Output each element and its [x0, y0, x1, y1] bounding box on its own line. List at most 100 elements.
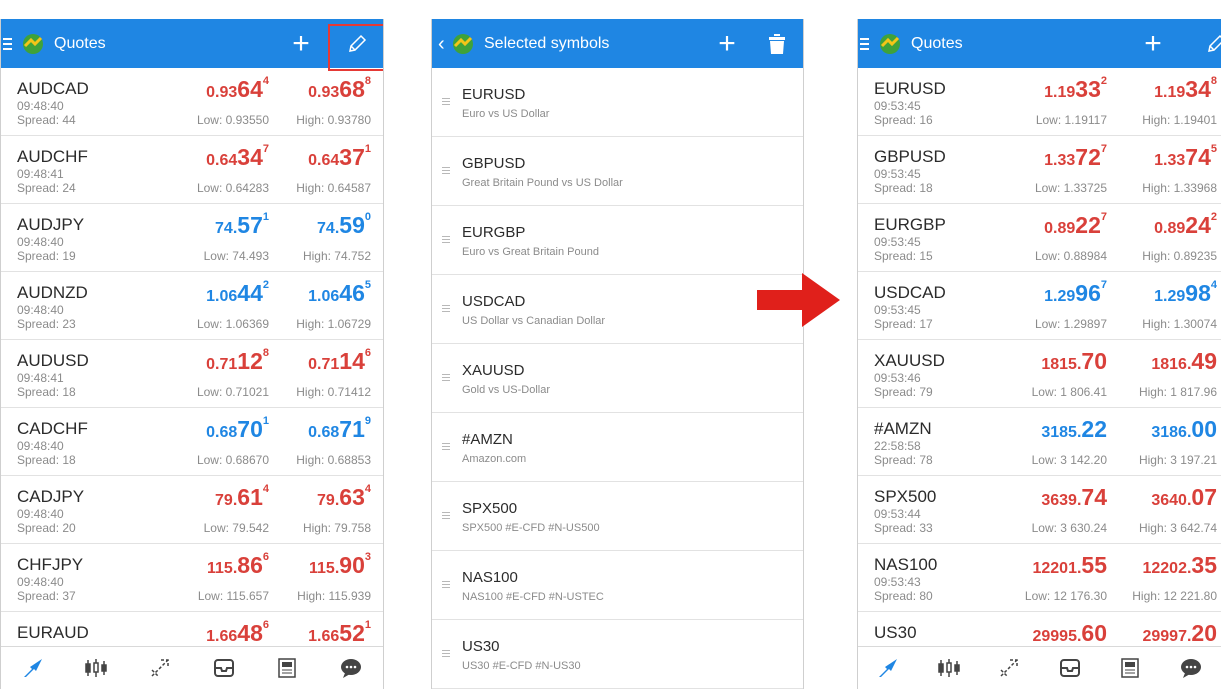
trade-nav-icon[interactable]: [145, 653, 175, 683]
ask-price-fraction: 2: [1210, 211, 1217, 223]
news-nav-icon[interactable]: [1115, 653, 1145, 683]
quote-row[interactable]: NAS100 09:53:43 Spread: 80 12201.55 12202.35…: [858, 544, 1221, 612]
symbol-row[interactable]: US30 US30 #E-CFD #N-US30: [432, 620, 803, 689]
chat-nav-icon[interactable]: [336, 653, 366, 683]
low-value: Low: 115.657: [197, 589, 269, 603]
trade-nav-icon[interactable]: [994, 653, 1024, 683]
add-symbol-button[interactable]: +: [281, 19, 321, 68]
high-value: High: 0.68853: [296, 453, 371, 467]
bid-price-pips: 86: [237, 552, 263, 578]
quote-row[interactable]: CADCHF 09:48:40 Spread: 18 0.68701 0.68719 Lo…: [1, 408, 383, 476]
quote-row[interactable]: EURGBP 09:53:45 Spread: 15 0.89227 0.89242 Lo…: [858, 204, 1221, 272]
ask-price-prefix: 1.33: [1154, 152, 1186, 169]
ask-price-pips: 20: [1191, 620, 1217, 646]
selected-symbols-panel: ‹ Selected symbols + EURUSD Euro vs US Do…: [431, 19, 804, 689]
quote-row[interactable]: AUDUSD 09:48:41 Spread: 18 0.71128 0.71146 Lo…: [1, 340, 383, 408]
symbol-row[interactable]: GBPUSD Great Britain Pound vs US Dollar: [432, 137, 803, 206]
chat-nav-icon[interactable]: [1176, 653, 1206, 683]
ask-price-prefix: 0.93: [308, 84, 340, 101]
symbol-row[interactable]: SPX500 SPX500 #E-CFD #N-US500: [432, 482, 803, 551]
drag-handle-icon[interactable]: [442, 98, 450, 105]
chart-nav-icon[interactable]: [81, 653, 111, 683]
drag-handle-icon[interactable]: [442, 443, 450, 450]
low-value: Low: 12 176.30: [1024, 589, 1107, 603]
low-value: Low: 1.06369: [196, 317, 269, 331]
quote-row[interactable]: XAUUSD 09:53:46 Spread: 79 1815.70 1816.49 Lo…: [858, 340, 1221, 408]
bid-price-fraction: 2: [1100, 75, 1107, 87]
quote-time: 09:53:46: [874, 371, 921, 385]
chart-nav-icon[interactable]: [934, 653, 964, 683]
symbol-row[interactable]: NAS100 NAS100 #E-CFD #N-USTEC: [432, 551, 803, 620]
drag-handle-icon[interactable]: [442, 581, 450, 588]
ask-price-prefix: 0.89: [1154, 220, 1186, 237]
symbol-description: Gold vs US-Dollar: [462, 384, 551, 396]
quote-row[interactable]: #AMZN 22:58:58 Spread: 78 3185.22 3186.00 Low…: [858, 408, 1221, 476]
bid-price-pips: 70: [237, 416, 263, 442]
symbol-name: AUDNZD: [17, 283, 88, 302]
drag-handle-icon[interactable]: [442, 305, 450, 312]
drag-handle-icon[interactable]: [442, 236, 450, 243]
low-value: Low: 0.88984: [1034, 249, 1107, 263]
bid-price-fraction: 4: [262, 75, 269, 87]
spread-value: Spread: 79: [874, 385, 933, 399]
delete-button[interactable]: [757, 19, 797, 68]
quote-row[interactable]: CADJPY 09:48:40 Spread: 20 79.614 79.634 Low:…: [1, 476, 383, 544]
bid-price-fraction: 7: [1100, 279, 1107, 291]
quote-row[interactable]: AUDCAD 09:48:40 Spread: 44 0.93644 0.93688 Lo…: [1, 68, 383, 136]
news-nav-icon[interactable]: [272, 653, 302, 683]
ask-price-fraction: 5: [1210, 143, 1217, 155]
bid-price: 12201.55: [1032, 552, 1107, 579]
bid-price-fraction: 7: [1100, 211, 1107, 223]
ask-price: 1816.49: [1151, 348, 1217, 375]
quotes-nav-icon[interactable]: [873, 653, 903, 683]
bid-price: 1.33727: [1044, 143, 1107, 171]
ask-price: 0.71146: [308, 347, 371, 375]
quote-row[interactable]: GBPUSD 09:53:45 Spread: 18 1.33727 1.33745 Lo…: [858, 136, 1221, 204]
bid-price-prefix: 1.19: [1044, 84, 1076, 101]
menu-icon[interactable]: [3, 37, 12, 50]
back-icon[interactable]: ‹: [438, 34, 448, 54]
symbol-row[interactable]: USDCAD US Dollar vs Canadian Dollar: [432, 275, 803, 344]
quotes-nav-icon[interactable]: [18, 653, 48, 683]
drag-handle-icon[interactable]: [442, 650, 450, 657]
quote-row[interactable]: AUDJPY 09:48:40 Spread: 19 74.571 74.590 Low:…: [1, 204, 383, 272]
bid-price: 0.68701: [206, 415, 269, 443]
drag-handle-icon[interactable]: [442, 512, 450, 519]
symbol-row[interactable]: EURGBP Euro vs Great Britain Pound: [432, 206, 803, 275]
quote-row[interactable]: SPX500 09:53:44 Spread: 33 3639.74 3640.07 Lo…: [858, 476, 1221, 544]
quote-row[interactable]: USDCAD 09:53:45 Spread: 17 1.29967 1.29984 Lo…: [858, 272, 1221, 340]
bid-price: 0.64347: [206, 143, 269, 171]
page-title: Selected symbols: [484, 34, 610, 52]
bid-price-prefix: 1.06: [206, 288, 238, 305]
ask-price-pips: 37: [339, 144, 365, 170]
add-symbol-button[interactable]: +: [1133, 19, 1173, 68]
quote-time: 09:53:45: [874, 235, 921, 249]
drag-handle-icon[interactable]: [442, 374, 450, 381]
menu-icon[interactable]: [860, 37, 869, 50]
symbol-row[interactable]: #AMZN Amazon.com: [432, 413, 803, 482]
quote-row[interactable]: CHFJPY 09:48:40 Spread: 37 115.866 115.903 Lo…: [1, 544, 383, 612]
ask-price-prefix: 12202.: [1142, 560, 1192, 577]
symbol-name: NAS100: [462, 569, 518, 586]
low-value: Low: 1.19117: [1035, 113, 1107, 127]
edit-button[interactable]: [1196, 19, 1221, 68]
bid-price-pips: 22: [1075, 212, 1101, 238]
symbol-name: #AMZN: [462, 431, 513, 448]
symbol-row[interactable]: XAUUSD Gold vs US-Dollar: [432, 344, 803, 413]
bid-price-prefix: 0.64: [206, 152, 238, 169]
drag-handle-icon[interactable]: [442, 167, 450, 174]
bid-price-fraction: 6: [262, 551, 269, 563]
high-value: High: 1.33968: [1142, 181, 1217, 195]
quote-time: 09:48:40: [17, 439, 64, 453]
quote-list: EURUSD 09:53:45 Spread: 16 1.19332 1.19348 Lo…: [858, 68, 1221, 680]
quote-row[interactable]: AUDCHF 09:48:41 Spread: 24 0.64347 0.64371 Lo…: [1, 136, 383, 204]
symbol-row[interactable]: EURUSD Euro vs US Dollar: [432, 68, 803, 137]
spread-value: Spread: 80: [874, 589, 933, 603]
add-symbol-button[interactable]: +: [707, 19, 747, 68]
quote-row[interactable]: EURUSD 09:53:45 Spread: 16 1.19332 1.19348 Lo…: [858, 68, 1221, 136]
history-nav-icon[interactable]: [1055, 653, 1085, 683]
history-nav-icon[interactable]: [209, 653, 239, 683]
quote-row[interactable]: AUDNZD 09:48:40 Spread: 23 1.06442 1.06465 Lo…: [1, 272, 383, 340]
ask-price-fraction: 1: [364, 619, 371, 631]
symbol-name: CADCHF: [17, 419, 88, 438]
